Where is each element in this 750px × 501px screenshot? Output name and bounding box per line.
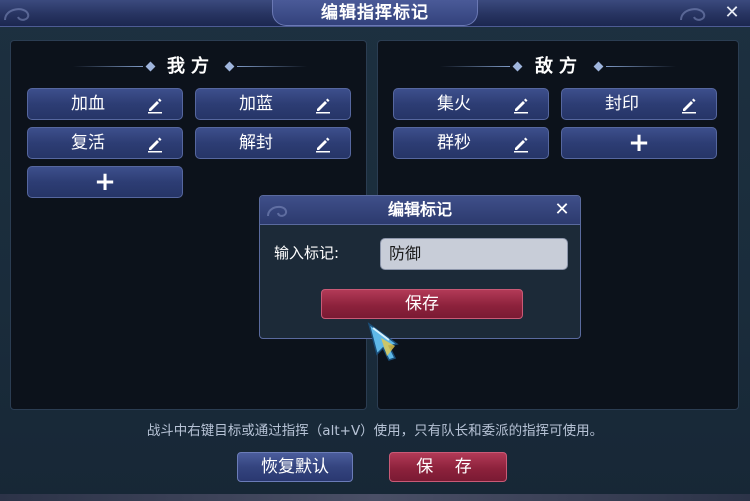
- enemy-side-header: 敌方: [378, 55, 738, 79]
- title-bar: 编辑指挥标记 ✕: [0, 0, 750, 27]
- tag-button-mana[interactable]: 加蓝: [195, 88, 351, 120]
- pencil-icon[interactable]: [680, 96, 698, 114]
- tag-label: 集火: [437, 94, 471, 114]
- bottom-border: [0, 494, 750, 501]
- plus-icon: +: [628, 128, 650, 158]
- mark-input-label: 输入标记:: [274, 244, 340, 262]
- tag-label: 复活: [71, 133, 105, 153]
- pencil-icon[interactable]: [512, 96, 530, 114]
- add-tag-button[interactable]: +: [27, 166, 183, 198]
- dialog-close-button[interactable]: ✕: [552, 200, 572, 220]
- tag-button-heal[interactable]: 加血: [27, 88, 183, 120]
- reset-default-button[interactable]: 恢复默认: [237, 452, 353, 482]
- tag-button-aoe[interactable]: 群秒: [393, 127, 549, 159]
- tag-label: 加血: [71, 94, 105, 114]
- divider-line: [73, 66, 143, 67]
- save-button[interactable]: 保 存: [389, 452, 507, 482]
- dialog-title: 编辑标记: [387, 200, 452, 219]
- edit-command-marks-window: 编辑指挥标记 ✕ 我方 加血 加蓝 复活 解封 + 敌方 集火 封印 群秒 + …: [0, 0, 750, 501]
- usage-hint: 战斗中右键目标或通过指挥（alt+V）使用，只有队长和委派的指挥可使用。: [146, 423, 604, 439]
- cloud-ornament-icon: [4, 8, 30, 21]
- pencil-icon[interactable]: [314, 96, 332, 114]
- window-close-button[interactable]: ✕: [722, 3, 742, 23]
- tag-button-seal[interactable]: 封印: [561, 88, 717, 120]
- divider-line: [440, 66, 510, 67]
- add-tag-button[interactable]: +: [561, 127, 717, 159]
- mark-input[interactable]: 防御: [380, 238, 568, 270]
- tag-button-unseal[interactable]: 解封: [195, 127, 351, 159]
- divider-line: [606, 66, 676, 67]
- divider-line: [237, 66, 307, 67]
- window-title: 编辑指挥标记: [321, 3, 429, 23]
- tag-label: 封印: [605, 94, 639, 114]
- pencil-icon[interactable]: [146, 96, 164, 114]
- pencil-icon[interactable]: [146, 135, 164, 153]
- mouse-cursor-icon: [367, 322, 399, 361]
- tag-button-focus-fire[interactable]: 集火: [393, 88, 549, 120]
- enemy-side-title: 敌方: [535, 56, 583, 77]
- plus-icon: +: [94, 167, 116, 197]
- pencil-icon[interactable]: [512, 135, 530, 153]
- tag-label: 群秒: [437, 133, 471, 153]
- tag-label: 解封: [239, 133, 273, 153]
- tag-label: 加蓝: [239, 94, 273, 114]
- tag-button-revive[interactable]: 复活: [27, 127, 183, 159]
- pencil-icon[interactable]: [314, 135, 332, 153]
- edit-mark-dialog: 编辑标记 ✕ 输入标记: 防御 保存: [259, 195, 581, 339]
- dialog-title-bar: 编辑标记 ✕: [260, 196, 580, 225]
- our-side-header: 我方: [11, 55, 366, 79]
- our-side-title: 我方: [167, 56, 215, 77]
- dialog-save-button[interactable]: 保存: [321, 289, 523, 319]
